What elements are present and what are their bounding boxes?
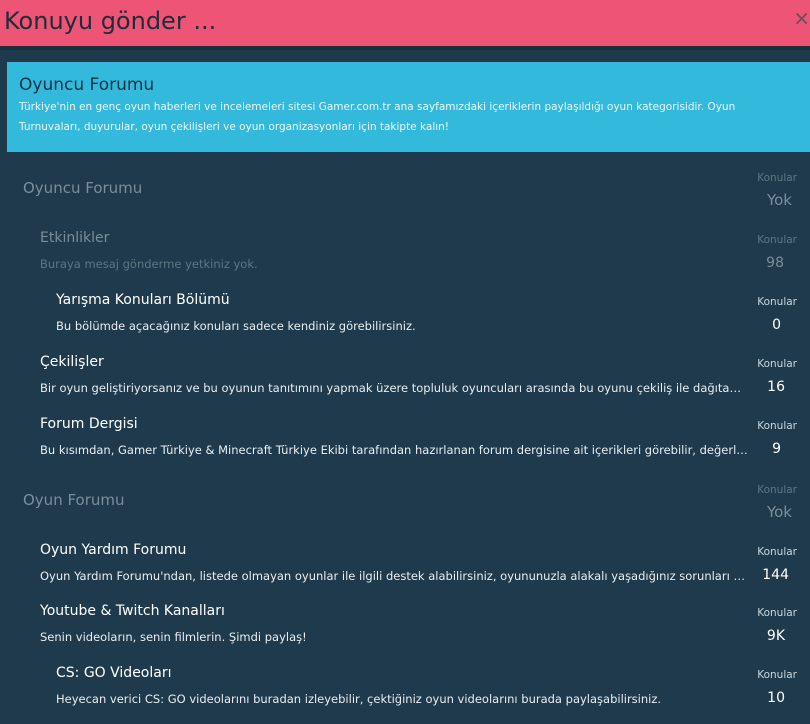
forum-item-csgo-videolari[interactable]: CS: GO Videoları Heyecan verici CS: GO v… bbox=[0, 665, 810, 709]
forum-item-oyun-yardim[interactable]: Oyun Yardım Forumu Oyun Yardım Forumu'nd… bbox=[0, 542, 810, 586]
forum-name: Etkinlikler bbox=[40, 230, 110, 246]
stat-label: Konular bbox=[757, 669, 797, 681]
stat-label: Konular bbox=[757, 546, 797, 558]
forum-category-oyun-forumu: Oyun Forumu Konular Yok bbox=[0, 482, 810, 524]
forum-item-yarisma-konulari[interactable]: Yarışma Konuları Bölümü Bu bölümde açaca… bbox=[0, 292, 810, 336]
forum-item-etkinlikler: Etkinlikler Buraya mesaj gönderme yetkin… bbox=[0, 230, 810, 274]
forum-description: Heyecan verici CS: GO videolarını burada… bbox=[56, 692, 662, 706]
forum-name[interactable]: CS: GO Videoları bbox=[56, 665, 172, 681]
stat-label: Konular bbox=[757, 607, 797, 619]
stat-label: Konular bbox=[757, 484, 797, 496]
forum-name: Oyuncu Forumu bbox=[23, 179, 143, 197]
forum-banner: Oyuncu Forumu Türkiye'nin en genç oyun h… bbox=[7, 62, 810, 152]
banner-description: Türkiye'nin en genç oyun haberleri ve in… bbox=[19, 101, 736, 133]
forum-description: Bu kısımdan, Gamer Türkiye & Minecraft T… bbox=[40, 443, 748, 457]
stat-value: 98 bbox=[766, 255, 784, 271]
forum-name[interactable]: Çekilişler bbox=[40, 354, 104, 370]
banner-title: Oyuncu Forumu bbox=[19, 75, 155, 95]
forum-name[interactable]: Youtube & Twitch Kanalları bbox=[40, 603, 225, 619]
stat-value: 9K bbox=[766, 628, 785, 644]
stat-value: Yok bbox=[766, 503, 792, 521]
stat-label: Konular bbox=[757, 234, 797, 246]
header-divider bbox=[0, 46, 810, 50]
stat-value: 0 bbox=[772, 317, 781, 333]
forum-description: Bir oyun geliştiriyorsanız ve bu oyunun … bbox=[40, 381, 748, 395]
stat-value: 9 bbox=[772, 441, 781, 457]
stat-label: Konular bbox=[757, 420, 797, 432]
close-icon[interactable]: × bbox=[793, 8, 810, 28]
forum-description: Bu bölümde açacağınız konuları sadece ke… bbox=[56, 319, 416, 333]
forum-category-oyuncu-forumu: Oyuncu Forumu Konular Yok bbox=[0, 170, 810, 212]
stat-label: Konular bbox=[757, 358, 797, 370]
stat-value: Yok bbox=[766, 191, 792, 209]
dialog-header: Konuyu gönder ... × bbox=[0, 0, 810, 46]
stat-label: Konular bbox=[757, 172, 797, 184]
forum-name: Oyun Forumu bbox=[23, 491, 125, 509]
dialog-title: Konuyu gönder ... bbox=[4, 7, 217, 35]
forum-item-cekilisler[interactable]: Çekilişler Bir oyun geliştiriyorsanız ve… bbox=[0, 354, 810, 398]
stat-value: 144 bbox=[762, 567, 789, 583]
forum-description: Buraya mesaj gönderme yetkiniz yok. bbox=[40, 257, 258, 271]
forum-name[interactable]: Oyun Yardım Forumu bbox=[40, 542, 186, 558]
stat-value: 10 bbox=[767, 690, 785, 706]
forum-description: Senin videoların, senin filmlerin. Şimdi… bbox=[40, 630, 307, 644]
forum-item-forum-dergisi[interactable]: Forum Dergisi Bu kısımdan, Gamer Türkiye… bbox=[0, 416, 810, 460]
forum-description: Oyun Yardım Forumu'ndan, listede olmayan… bbox=[40, 569, 748, 583]
stat-value: 16 bbox=[767, 379, 785, 395]
forum-name[interactable]: Yarışma Konuları Bölümü bbox=[56, 292, 230, 308]
forum-name[interactable]: Forum Dergisi bbox=[40, 416, 138, 432]
forum-item-youtube-twitch[interactable]: Youtube & Twitch Kanalları Senin videola… bbox=[0, 603, 810, 647]
stat-label: Konular bbox=[757, 296, 797, 308]
